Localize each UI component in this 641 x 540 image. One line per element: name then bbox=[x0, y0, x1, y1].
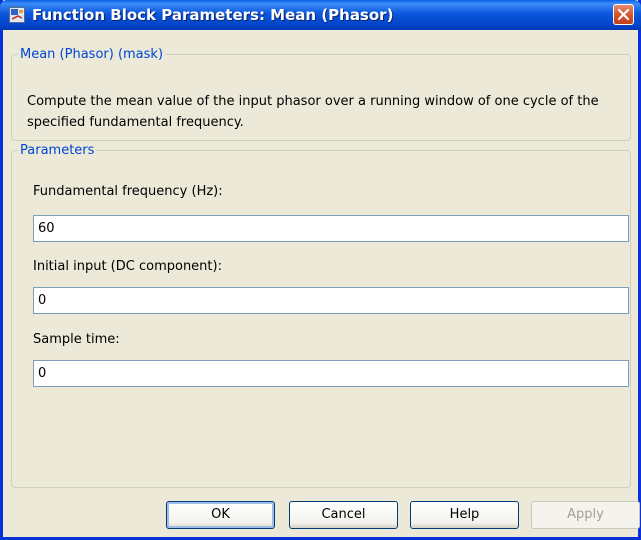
title-bar[interactable]: Function Block Parameters: Mean (Phasor) bbox=[0, 0, 641, 30]
apply-button[interactable]: Apply bbox=[531, 501, 640, 529]
initial-input-label: Initial input (DC component): bbox=[33, 259, 222, 274]
parameters-group-title: Parameters bbox=[20, 143, 95, 158]
close-button[interactable] bbox=[613, 4, 634, 25]
ok-button[interactable]: OK bbox=[166, 501, 275, 529]
cancel-button[interactable]: Cancel bbox=[289, 501, 398, 529]
mask-group-title: Mean (Phasor) (mask) bbox=[20, 47, 164, 62]
sample-time-input[interactable]: 0 bbox=[33, 360, 629, 387]
mask-description: Compute the mean value of the input phas… bbox=[27, 94, 599, 130]
simulink-block-icon bbox=[9, 7, 25, 23]
sample-time-label: Sample time: bbox=[33, 332, 120, 347]
window-title: Function Block Parameters: Mean (Phasor) bbox=[32, 6, 394, 24]
initial-input-field[interactable]: 0 bbox=[33, 287, 629, 314]
fundamental-frequency-input[interactable]: 60 bbox=[33, 215, 629, 242]
close-icon bbox=[617, 8, 630, 21]
help-button[interactable]: Help bbox=[410, 501, 519, 529]
fundamental-frequency-label: Fundamental frequency (Hz): bbox=[33, 184, 223, 199]
dialog-window: Function Block Parameters: Mean (Phasor)… bbox=[0, 0, 641, 540]
